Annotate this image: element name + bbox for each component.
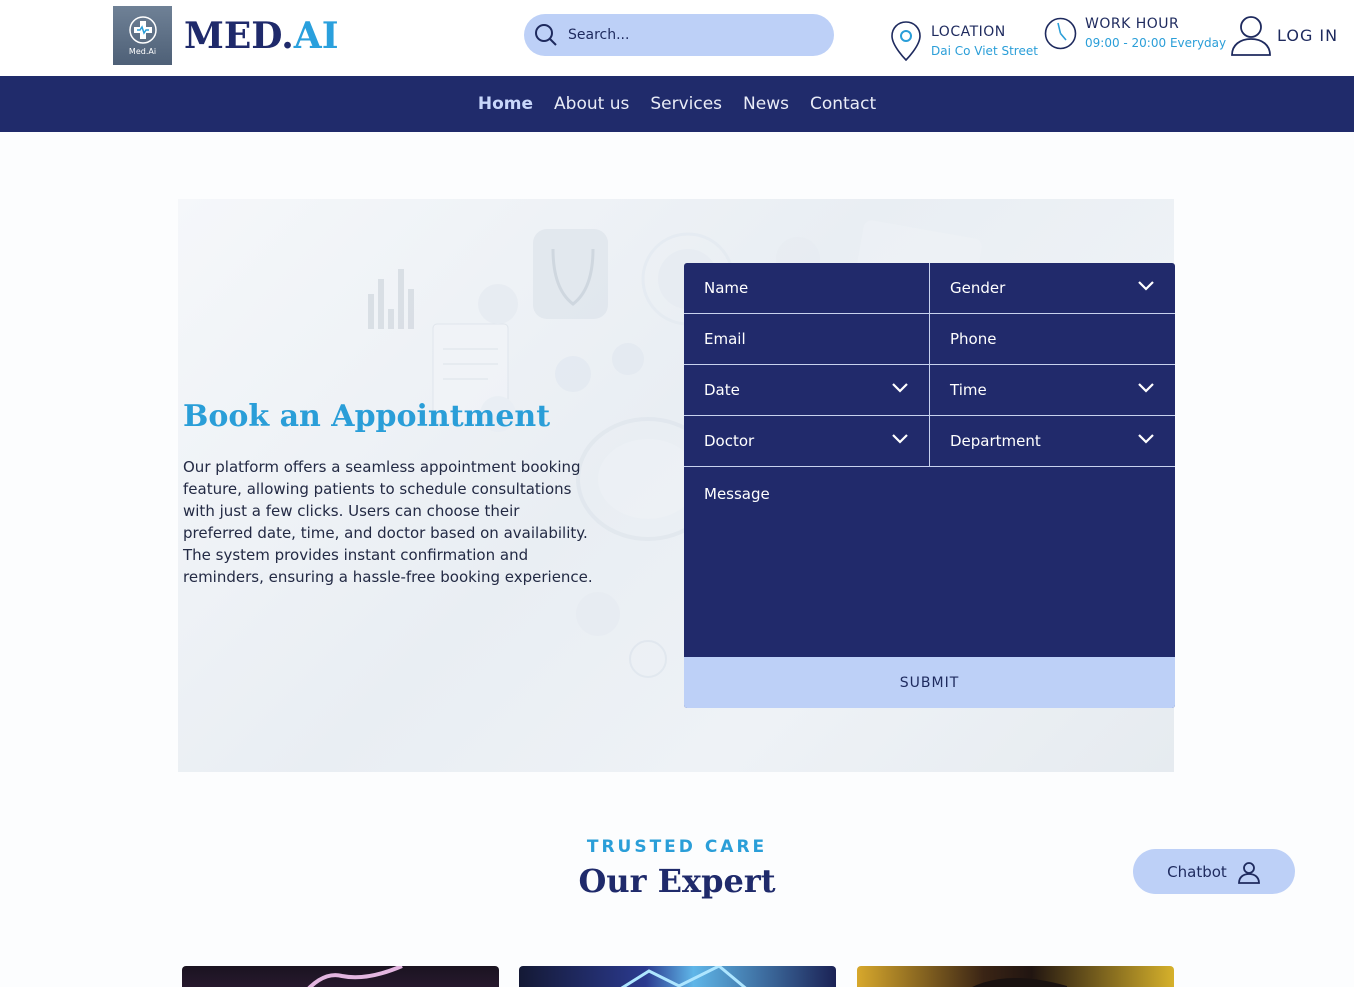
- search-icon[interactable]: [534, 23, 558, 47]
- expert-card[interactable]: [857, 966, 1174, 987]
- chatbot-button[interactable]: Chatbot: [1133, 849, 1295, 894]
- appointment-form: Name Gender Email Phone Date Time Doctor…: [684, 263, 1175, 708]
- name-field-label: Name: [704, 279, 749, 297]
- nav-contact[interactable]: Contact: [810, 94, 876, 114]
- appointment-title: Book an Appointment: [183, 399, 551, 434]
- expert-photo: [972, 978, 1067, 987]
- chevron-down-icon: [1138, 434, 1154, 444]
- chatbot-label: Chatbot: [1167, 862, 1227, 881]
- location-info: LOCATION Dai Co Viet Street: [889, 20, 1038, 62]
- location-value: Dai Co Viet Street: [931, 44, 1038, 58]
- brand-name[interactable]: MED.AI: [184, 14, 339, 58]
- message-label: Message: [704, 485, 770, 503]
- chevron-down-icon: [1138, 383, 1154, 393]
- chevron-down-icon: [892, 383, 908, 393]
- date-select-label: Date: [704, 381, 740, 399]
- chevron-down-icon: [892, 434, 908, 444]
- login-button[interactable]: LOG IN: [1229, 13, 1338, 57]
- site-header: Med.Ai MED.AI LOCATION Dai Co Viet Stree…: [0, 0, 1354, 76]
- email-field[interactable]: Email: [684, 314, 930, 365]
- expert-card[interactable]: [182, 966, 499, 987]
- name-field[interactable]: Name: [684, 263, 930, 314]
- search-input[interactable]: [568, 27, 808, 43]
- email-field-label: Email: [704, 330, 746, 348]
- date-select[interactable]: Date: [684, 365, 930, 416]
- medical-cross-icon: [128, 16, 157, 44]
- nav-services[interactable]: Services: [650, 94, 722, 114]
- brand-main: MED.: [184, 15, 294, 57]
- clock-icon: [1044, 17, 1077, 49]
- submit-button[interactable]: SUBMIT: [684, 657, 1175, 708]
- user-icon: [1237, 861, 1260, 884]
- work-hour-label: WORK HOUR: [1085, 16, 1180, 32]
- department-select-label: Department: [950, 432, 1041, 450]
- appointment-description: Our platform offers a seamless appointme…: [183, 458, 593, 586]
- nav-home[interactable]: Home: [478, 94, 533, 114]
- logo-text: Med.Ai: [128, 47, 157, 56]
- work-hour-value: 09:00 - 20:00 Everyday: [1085, 36, 1227, 50]
- login-label: LOG IN: [1277, 25, 1339, 45]
- nav-news[interactable]: News: [743, 94, 789, 114]
- main-nav: Home About us Services News Contact: [0, 76, 1354, 132]
- expert-photo: [307, 966, 403, 987]
- gender-select-label: Gender: [950, 279, 1006, 297]
- location-label: LOCATION: [931, 24, 1006, 40]
- location-pin-icon: [891, 21, 921, 62]
- message-textarea[interactable]: Message: [684, 467, 1175, 657]
- doctor-select[interactable]: Doctor: [684, 416, 930, 467]
- department-select[interactable]: Department: [930, 416, 1175, 467]
- logo[interactable]: Med.Ai: [113, 6, 172, 65]
- phone-field[interactable]: Phone: [930, 314, 1175, 365]
- brand-accent: AI: [293, 15, 339, 57]
- time-select-label: Time: [950, 381, 987, 399]
- expert-card[interactable]: [519, 966, 836, 987]
- user-icon: [1231, 16, 1271, 56]
- nav-about-us[interactable]: About us: [554, 94, 629, 114]
- time-select[interactable]: Time: [930, 365, 1175, 416]
- phone-field-label: Phone: [950, 330, 997, 348]
- search-bar: [524, 14, 834, 56]
- gender-select[interactable]: Gender: [930, 263, 1175, 314]
- expert-photo: [620, 966, 747, 987]
- doctor-select-label: Doctor: [704, 432, 755, 450]
- work-hour-info: WORK HOUR 09:00 - 20:00 Everyday: [1044, 16, 1226, 50]
- chevron-down-icon: [1138, 281, 1154, 291]
